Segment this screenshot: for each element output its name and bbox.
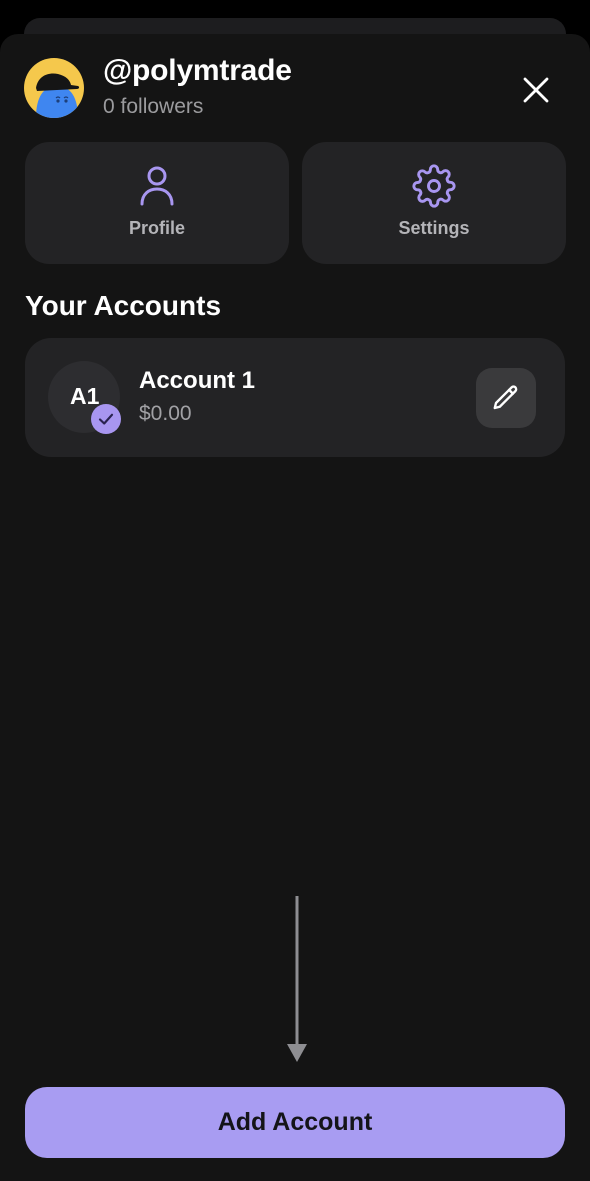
account-initials: A1 (70, 383, 100, 409)
user-avatar[interactable] (24, 58, 84, 118)
person-icon (135, 164, 179, 208)
down-arrow-icon (287, 896, 307, 1062)
add-account-button[interactable]: Add Account (25, 1087, 565, 1158)
selected-check-icon (91, 404, 121, 434)
account-balance: $0.00 (139, 402, 192, 425)
followers-count[interactable]: 0 followers (103, 95, 203, 119)
accounts-section-title: Your Accounts (25, 290, 222, 321)
cap-character-avatar-icon (24, 58, 84, 118)
add-account-label: Add Account (217, 1108, 373, 1136)
settings-tile-button[interactable]: Settings (302, 142, 566, 264)
account-card[interactable]: A1 Account 1 $0.00 (25, 338, 565, 457)
account-switcher-sheet: @polymtrade 0 followers Profile Settings… (0, 34, 590, 1181)
account-name: Account 1 (139, 367, 256, 394)
username: @polymtrade (103, 54, 292, 87)
gear-icon (412, 164, 456, 208)
settings-tile-label: Settings (398, 218, 470, 238)
pencil-icon (493, 385, 518, 410)
close-button[interactable] (514, 68, 558, 112)
profile-tile-label: Profile (128, 218, 185, 238)
close-icon (523, 77, 549, 103)
edit-account-button[interactable] (476, 368, 536, 428)
profile-tile-button[interactable]: Profile (25, 142, 289, 264)
